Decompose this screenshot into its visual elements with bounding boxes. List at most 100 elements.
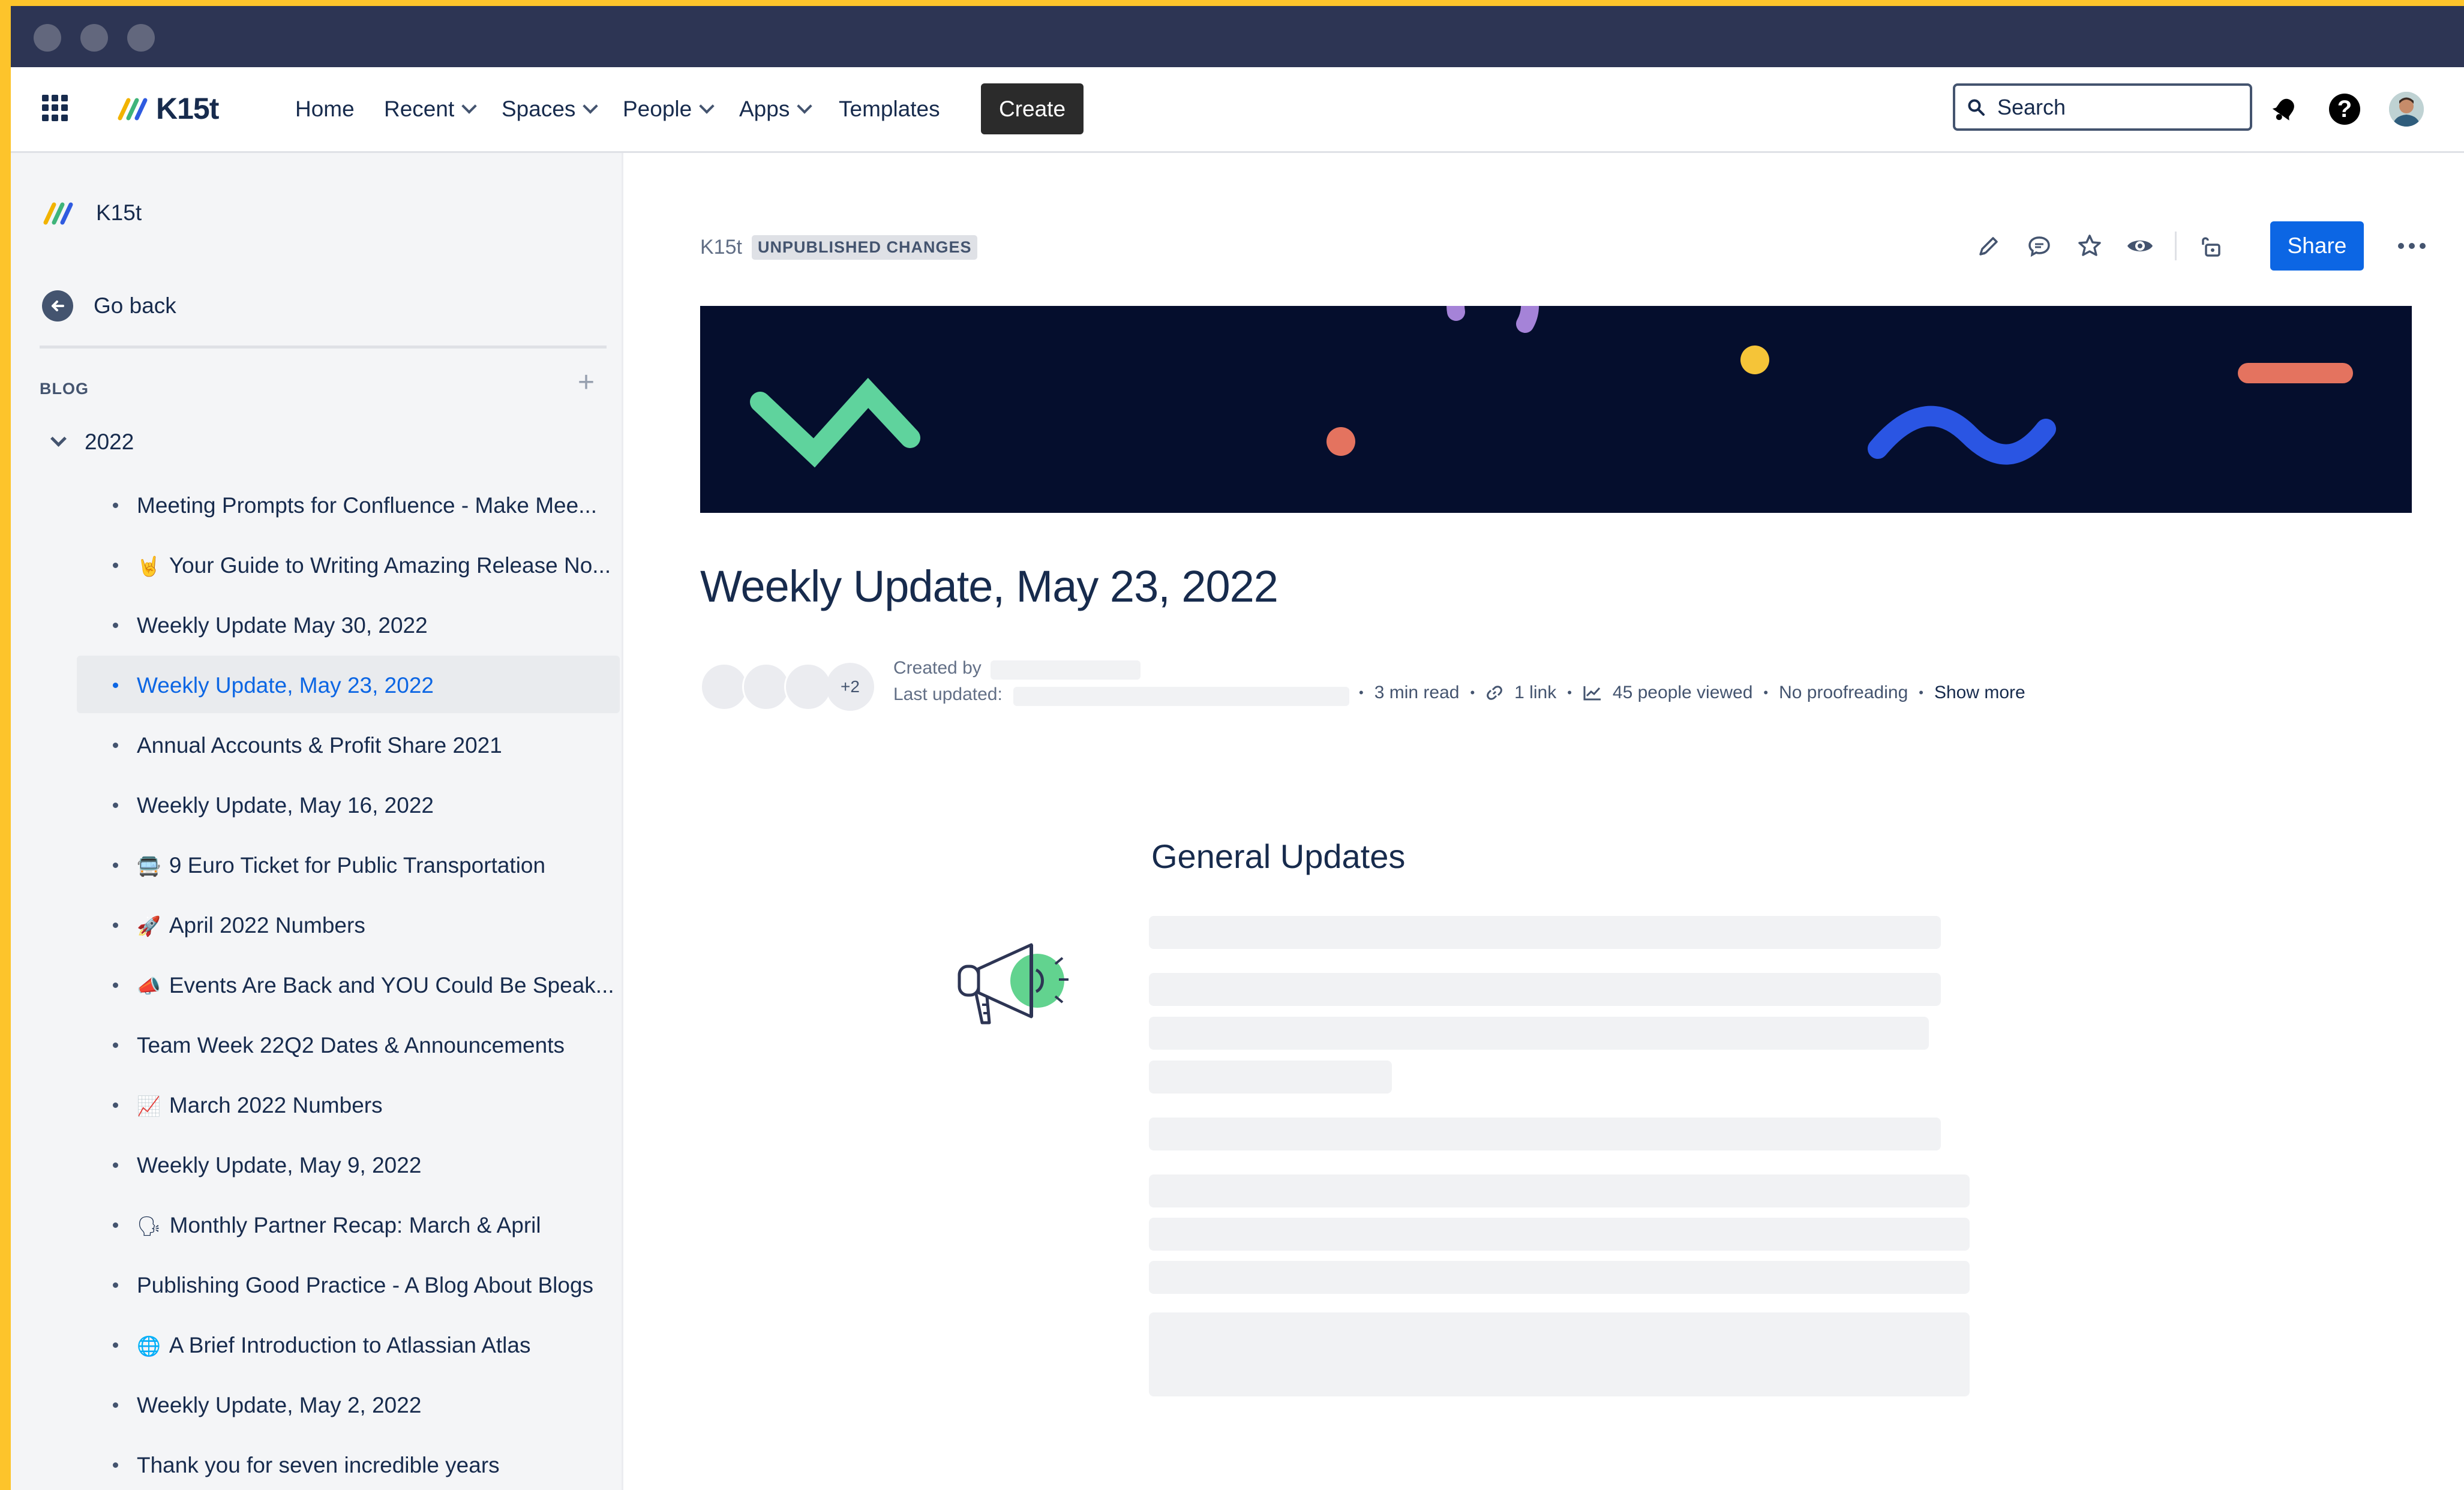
- top-navigation: K15t Home Recent Spaces People Apps Temp…: [11, 67, 2464, 153]
- avatar: [700, 663, 748, 711]
- chevron-down-icon: [583, 98, 599, 114]
- user-avatar[interactable]: [2388, 91, 2424, 127]
- link-count[interactable]: 1 link: [1514, 683, 1556, 703]
- sidebar-post-item[interactable]: 📣 Events Are Back and YOU Could Be Speak.…: [77, 956, 620, 1013]
- space-name: K15t: [96, 200, 142, 225]
- nav-apps-label: Apps: [739, 97, 790, 121]
- content-placeholder-line: [1149, 1261, 1970, 1294]
- bullet-dot: [113, 683, 118, 688]
- nav-recent[interactable]: Recent: [384, 91, 477, 127]
- post-title: Weekly Update, May 2, 2022: [137, 1393, 422, 1417]
- section-heading: General Updates: [1151, 837, 1406, 875]
- breadcrumb: K15t UNPUBLISHED CHANGES: [700, 229, 978, 265]
- author-placeholder: [991, 660, 1141, 680]
- bullet-dot: [113, 1162, 118, 1168]
- sidebar-post-label: 🗣 Monthly Partner Recap: March & April: [137, 1195, 541, 1255]
- notification-bell-icon[interactable]: [2267, 91, 2303, 127]
- sidebar-post-item[interactable]: Weekly Update, May 9, 2022: [77, 1135, 620, 1193]
- bullet-dot: [113, 923, 118, 928]
- proofreading-status[interactable]: No proofreading: [1779, 683, 1908, 703]
- sidebar-post-item[interactable]: 🚍 9 Euro Ticket for Public Transportation: [77, 836, 620, 893]
- show-more-link[interactable]: Show more: [1934, 683, 2025, 703]
- post-title: Monthly Partner Recap: March & April: [169, 1213, 541, 1237]
- sidebar-post-item[interactable]: 📈 March 2022 Numbers: [77, 1076, 620, 1133]
- year-group-toggle[interactable]: 2022: [44, 421, 134, 463]
- toolbar-divider: [2175, 232, 2177, 260]
- post-emoji-icon: 🌐: [137, 1335, 161, 1357]
- sidebar-post-label: 🚀 April 2022 Numbers: [137, 896, 365, 956]
- nav-recent-label: Recent: [384, 97, 455, 121]
- post-emoji-icon: 📣: [137, 975, 161, 997]
- sidebar-post-item[interactable]: 🚀 April 2022 Numbers: [77, 896, 620, 953]
- avatar: [784, 663, 832, 711]
- search-input[interactable]: [1996, 94, 2226, 121]
- window-zoom-button[interactable]: [127, 24, 155, 52]
- post-emoji-icon: 🗣: [137, 1215, 161, 1237]
- content-placeholder-line: [1149, 1017, 1929, 1050]
- contributors-more-count[interactable]: +2: [826, 663, 874, 711]
- separator-dot: •: [1567, 685, 1572, 700]
- page-toolbar: Share: [1973, 219, 2427, 273]
- sidebar-post-label: 📣 Events Are Back and YOU Could Be Speak.…: [137, 956, 614, 1016]
- sidebar-post-item[interactable]: Weekly Update, May 23, 2022: [77, 656, 620, 713]
- more-actions-icon[interactable]: [2396, 230, 2427, 262]
- watch-eye-icon[interactable]: [2124, 230, 2156, 262]
- chevron-down-icon: [699, 98, 715, 114]
- sidebar-post-label: Weekly Update May 30, 2022: [137, 596, 428, 656]
- plus-icon[interactable]: +: [571, 368, 601, 398]
- updated-date-placeholder: [1013, 687, 1349, 706]
- sidebar-post-item[interactable]: Annual Accounts & Profit Share 2021: [77, 716, 620, 773]
- star-icon[interactable]: [2074, 230, 2105, 262]
- sidebar-space-header[interactable]: K15t: [42, 189, 142, 237]
- go-back-label: Go back: [94, 293, 176, 318]
- nav-home[interactable]: Home: [295, 91, 355, 127]
- search-box[interactable]: [1953, 83, 2252, 131]
- sidebar-post-item[interactable]: Weekly Update, May 2, 2022: [77, 1375, 620, 1433]
- page-title: Weekly Update, May 23, 2022: [700, 561, 1278, 611]
- page-meta-row: • 3 min read • 1 link • 45 people viewed…: [1359, 681, 2025, 705]
- sidebar-post-item[interactable]: Thank you for seven incredible years: [77, 1435, 620, 1490]
- window-minimize-button[interactable]: [80, 24, 108, 52]
- page-byline: +2 Created by Last updated: • 3 min read…: [700, 657, 2440, 711]
- sidebar-post-item[interactable]: Team Week 22Q2 Dates & Announcements: [77, 1016, 620, 1073]
- bullet-dot: [113, 983, 118, 988]
- restrictions-unlock-icon[interactable]: [2196, 230, 2227, 262]
- sidebar-post-item[interactable]: Meeting Prompts for Confluence - Make Me…: [77, 476, 620, 533]
- space-logo-icon: [43, 202, 73, 225]
- sidebar-post-label: 🤘 Your Guide to Writing Amazing Release N…: [137, 536, 611, 596]
- post-emoji-icon: 🚀: [137, 915, 161, 937]
- sidebar-post-item[interactable]: Weekly Update May 30, 2022: [77, 596, 620, 653]
- sidebar-post-item[interactable]: Weekly Update, May 16, 2022: [77, 776, 620, 833]
- sidebar-post-label: Meeting Prompts for Confluence - Make Me…: [137, 476, 597, 536]
- window-close-button[interactable]: [34, 24, 61, 52]
- avatar: [742, 663, 790, 711]
- go-back-link[interactable]: Go back: [42, 282, 176, 330]
- content-placeholder-line: [1149, 1218, 1970, 1251]
- share-button[interactable]: Share: [2270, 221, 2364, 271]
- sidebar-post-item[interactable]: 🌐 A Brief Introduction to Atlassian Atlas: [77, 1315, 620, 1373]
- post-title: 9 Euro Ticket for Public Transportation: [169, 853, 546, 878]
- post-title: Annual Accounts & Profit Share 2021: [137, 733, 502, 758]
- breadcrumb-space[interactable]: K15t: [700, 236, 742, 259]
- bullet-dot: [113, 1462, 118, 1468]
- nav-spaces-label: Spaces: [502, 97, 576, 121]
- nav-templates[interactable]: Templates: [839, 91, 940, 127]
- view-count[interactable]: 45 people viewed: [1613, 683, 1753, 703]
- nav-spaces[interactable]: Spaces: [502, 91, 599, 127]
- bullet-dot: [113, 563, 118, 568]
- help-icon[interactable]: ?: [2327, 91, 2363, 127]
- sidebar-post-item[interactable]: 🤘 Your Guide to Writing Amazing Release N…: [77, 536, 620, 593]
- content-placeholder-block: [1149, 1312, 1970, 1396]
- sidebar-post-item[interactable]: Publishing Good Practice - A Blog About …: [77, 1255, 620, 1313]
- comment-icon[interactable]: [2024, 230, 2055, 262]
- nav-home-label: Home: [295, 97, 355, 121]
- banner-shapes: [750, 306, 2353, 468]
- nav-apps[interactable]: Apps: [739, 91, 813, 127]
- product-logo[interactable]: K15t: [116, 88, 219, 130]
- bullet-dot: [113, 863, 118, 868]
- nav-people[interactable]: People: [623, 91, 715, 127]
- sidebar-post-item[interactable]: 🗣 Monthly Partner Recap: March & April: [77, 1195, 620, 1253]
- edit-pencil-icon[interactable]: [1973, 230, 2004, 262]
- app-switcher-icon[interactable]: [42, 95, 68, 121]
- create-button[interactable]: Create: [981, 83, 1084, 134]
